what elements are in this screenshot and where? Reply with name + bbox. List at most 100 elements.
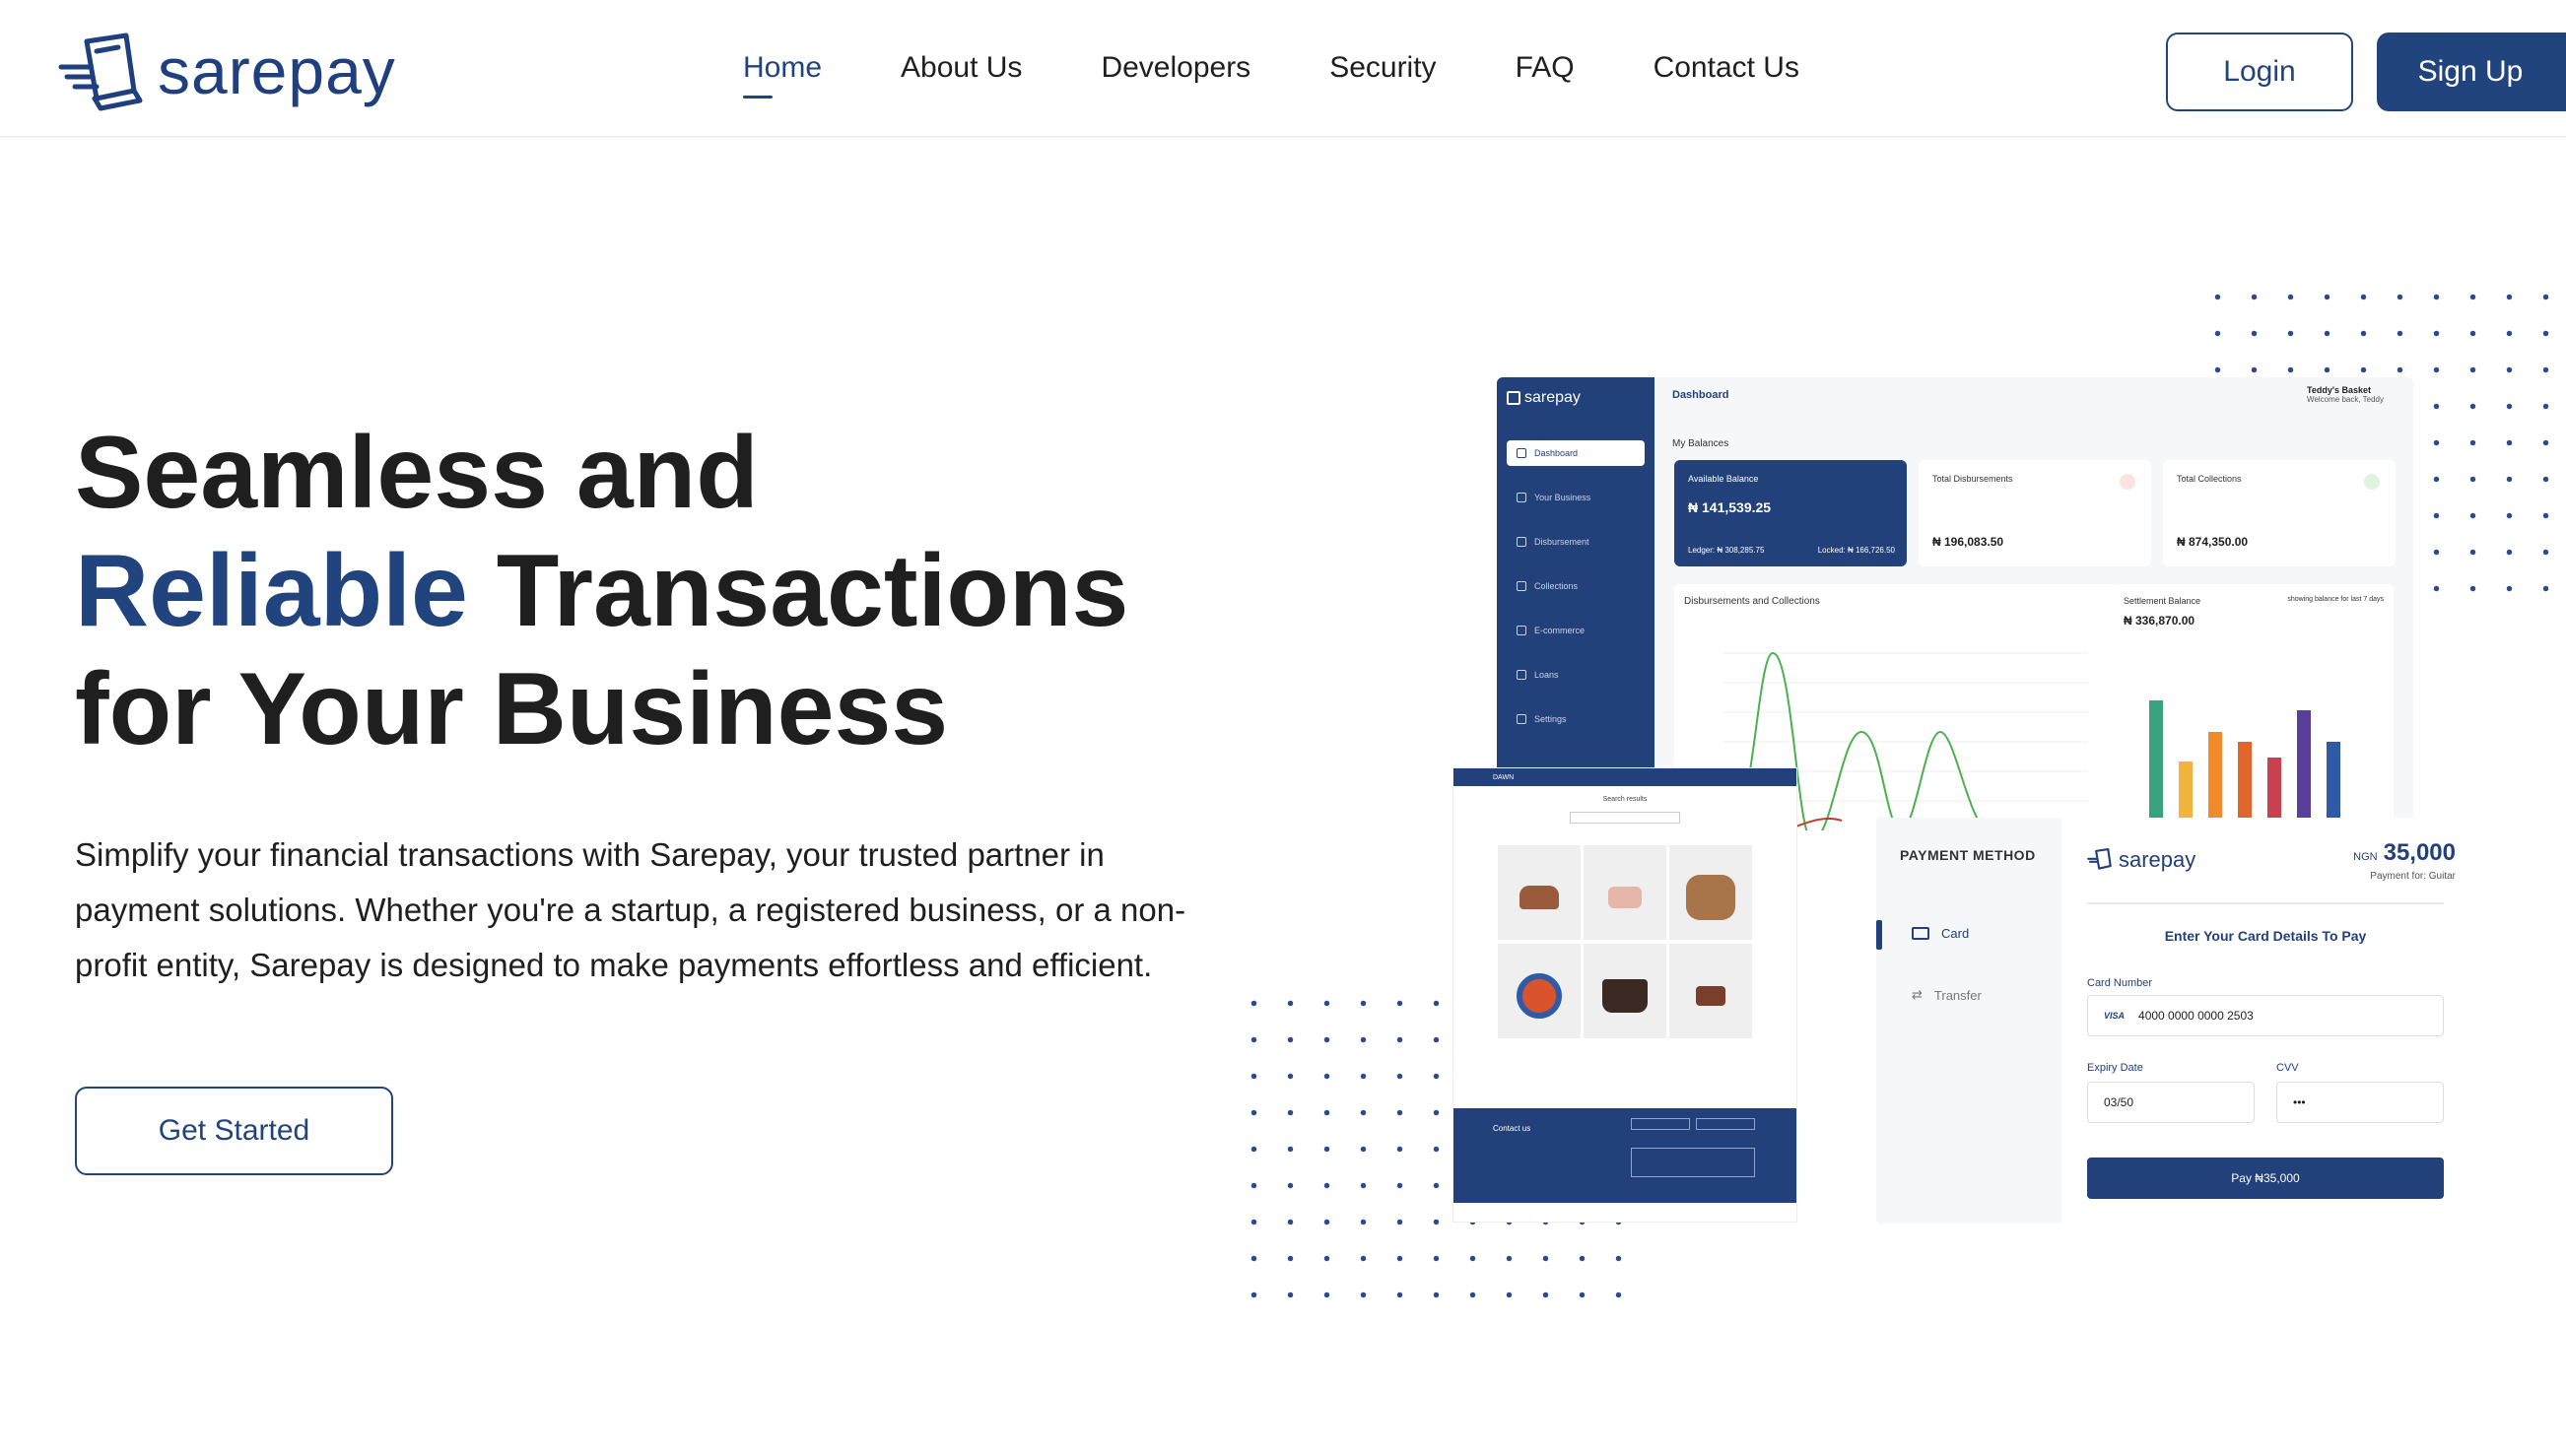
collections-value: ₦ 874,350.00 — [2177, 535, 2249, 549]
shop-preview: DAWN Search results Contact us — [1453, 768, 1796, 1222]
payment-option-transfer[interactable]: ⇄ Transfer — [1912, 987, 1982, 1003]
pay-button[interactable]: Pay ₦35,000 — [2087, 1158, 2444, 1199]
contact-message-field[interactable] — [1631, 1148, 1755, 1177]
dashboard-title: Dashboard — [1672, 389, 1729, 401]
card-number-field[interactable]: VISA 4000 0000 0000 2503 — [2087, 995, 2444, 1036]
payment-option-label: Transfer — [1933, 987, 1982, 1003]
product-item[interactable] — [1669, 944, 1752, 1038]
hero-title-accent: Reliable — [75, 534, 468, 648]
payment-method-title: PAYMENT METHOD — [1900, 847, 2036, 863]
transfer-icon: ⇄ — [1912, 987, 1923, 1002]
settlement-panel: Settlement Balance showing balance for l… — [2114, 584, 2394, 830]
store-icon — [1517, 626, 1526, 635]
collections-card: Total Collections ₦ 874,350.00 — [2163, 460, 2396, 566]
hero-title-line3: for Your Business — [75, 652, 949, 766]
disbursements-card: Total Disbursements ₦ 196,083.50 — [1919, 460, 2151, 566]
contact-email-field[interactable] — [1696, 1118, 1755, 1130]
nav-contact-us[interactable]: Contact Us — [1654, 51, 1799, 85]
payment-option-card[interactable]: Card — [1912, 926, 1969, 941]
sarepay-mini-icon — [1507, 391, 1520, 405]
gear-icon — [1517, 714, 1526, 724]
nav-home[interactable]: Home — [743, 51, 822, 99]
sidebar-item-loans[interactable]: Loans — [1507, 662, 1645, 688]
hero-title-line1: Seamless and — [75, 416, 759, 530]
sidebar-item-disbursement[interactable]: Disbursement — [1507, 529, 1645, 555]
briefcase-icon — [1517, 493, 1526, 502]
available-balance-card: Available Balance ₦ 141,539.25 Ledger: ₦… — [1674, 460, 1907, 566]
dashboard-sidebar: sarepay Dashboard Your Business Disburse… — [1497, 377, 1654, 830]
logo-text: sarepay — [158, 34, 396, 107]
login-button[interactable]: Login — [2166, 33, 2353, 111]
sidebar-label: Disbursement — [1534, 537, 1589, 547]
nav-security[interactable]: Security — [1329, 51, 1436, 85]
sidebar-label: Dashboard — [1534, 448, 1579, 458]
sidebar-item-ecommerce[interactable]: E-commerce — [1507, 618, 1645, 643]
nav-about-us[interactable]: About Us — [901, 51, 1022, 85]
cvv-value: ••• — [2293, 1095, 2306, 1109]
sarepay-logo[interactable]: sarepay — [57, 30, 396, 112]
card-form-heading: Enter Your Card Details To Pay — [2164, 928, 2367, 944]
product-item[interactable] — [1584, 944, 1666, 1038]
sidebar-label: Collections — [1534, 581, 1579, 591]
checkout-logo: sarepay — [2087, 847, 2195, 873]
divider — [2087, 902, 2444, 904]
sidebar-label: Settings — [1534, 714, 1567, 724]
product-item[interactable] — [1498, 845, 1581, 940]
card-number-label: Card Number — [2087, 977, 2153, 989]
dashboard-logo-text: sarepay — [1524, 389, 1581, 406]
user-name: Teddy's Basket — [2307, 385, 2372, 395]
currency-code: NGN — [2353, 851, 2378, 863]
product-item[interactable] — [1498, 944, 1581, 1038]
contact-label: Contact us — [1493, 1124, 1531, 1133]
shop-top-bar: DAWN — [1453, 768, 1796, 786]
collections-label: Total Collections — [2177, 474, 2242, 484]
hero-title-line2: Transactions — [467, 534, 1129, 648]
sidebar-item-collections[interactable]: Collections — [1507, 573, 1645, 599]
hero-title: Seamless and Reliable Transactions for Y… — [75, 414, 1257, 768]
payment-method-panel: PAYMENT METHOD Card ⇄ Transfer — [1876, 818, 2061, 1224]
expiry-field[interactable]: 03/50 — [2087, 1082, 2255, 1123]
dashboard-preview: sarepay Dashboard Your Business Disburse… — [1497, 377, 2413, 830]
dashboard-user[interactable]: Teddy's Basket Welcome back, Teddy — [2307, 385, 2384, 404]
card-number-value: 4000 0000 0000 2503 — [2138, 1009, 2254, 1023]
expiry-label: Expiry Date — [2087, 1062, 2143, 1074]
shop-search-label: Search results — [1602, 796, 1648, 803]
product-item[interactable] — [1584, 845, 1666, 940]
main-nav: Home About Us Developers Security FAQ Co… — [743, 51, 1799, 99]
sidebar-item-settings[interactable]: Settings — [1507, 706, 1645, 732]
arrow-left-icon — [2120, 474, 2135, 490]
checkout-logo-text: sarepay — [2119, 847, 2196, 872]
hero-description: Simplify your financial transactions wit… — [75, 836, 1186, 983]
signup-button[interactable]: Sign Up — [2377, 33, 2566, 111]
card-payment-form: sarepay NGN 35,000 Payment for: Guitar En… — [2061, 818, 2467, 1224]
ledger-value: Ledger: ₦ 308,285.75 — [1688, 546, 1765, 555]
cvv-field[interactable]: ••• — [2276, 1082, 2444, 1123]
get-started-button[interactable]: Get Started — [75, 1087, 393, 1175]
available-value: ₦ 141,539.25 — [1688, 499, 1772, 515]
checkout-amount: NGN 35,000 — [2353, 839, 2456, 867]
disbursements-value: ₦ 196,083.50 — [1932, 535, 2004, 549]
product-item[interactable] — [1669, 845, 1752, 940]
sidebar-item-dashboard[interactable]: Dashboard — [1507, 440, 1645, 466]
loan-icon — [1517, 670, 1526, 680]
nav-developers[interactable]: Developers — [1101, 51, 1250, 85]
transfer-icon — [1517, 537, 1526, 547]
nav-faq[interactable]: FAQ — [1516, 51, 1575, 85]
balances-label: My Balances — [1672, 438, 1729, 449]
payment-option-label: Card — [1941, 926, 1970, 941]
product-grid — [1498, 845, 1752, 1038]
locked-value: Locked: ₦ 166,726.50 — [1817, 546, 1895, 555]
card-icon — [1912, 927, 1929, 940]
selected-indicator — [1876, 920, 1882, 950]
contact-name-field[interactable] — [1631, 1118, 1690, 1130]
sarepay-logo-icon — [2087, 847, 2112, 870]
shop-search-input[interactable] — [1570, 812, 1680, 824]
amount-value: 35,000 — [2383, 839, 2456, 866]
payment-for: Payment for: Guitar — [2370, 871, 2456, 882]
sarepay-logo-icon — [58, 33, 143, 111]
arrow-right-icon — [2364, 474, 2380, 490]
sidebar-item-your-business[interactable]: Your Business — [1507, 485, 1645, 510]
available-label: Available Balance — [1688, 474, 1759, 484]
sidebar-label: Your Business — [1534, 493, 1591, 502]
sidebar-label: E-commerce — [1534, 626, 1586, 635]
